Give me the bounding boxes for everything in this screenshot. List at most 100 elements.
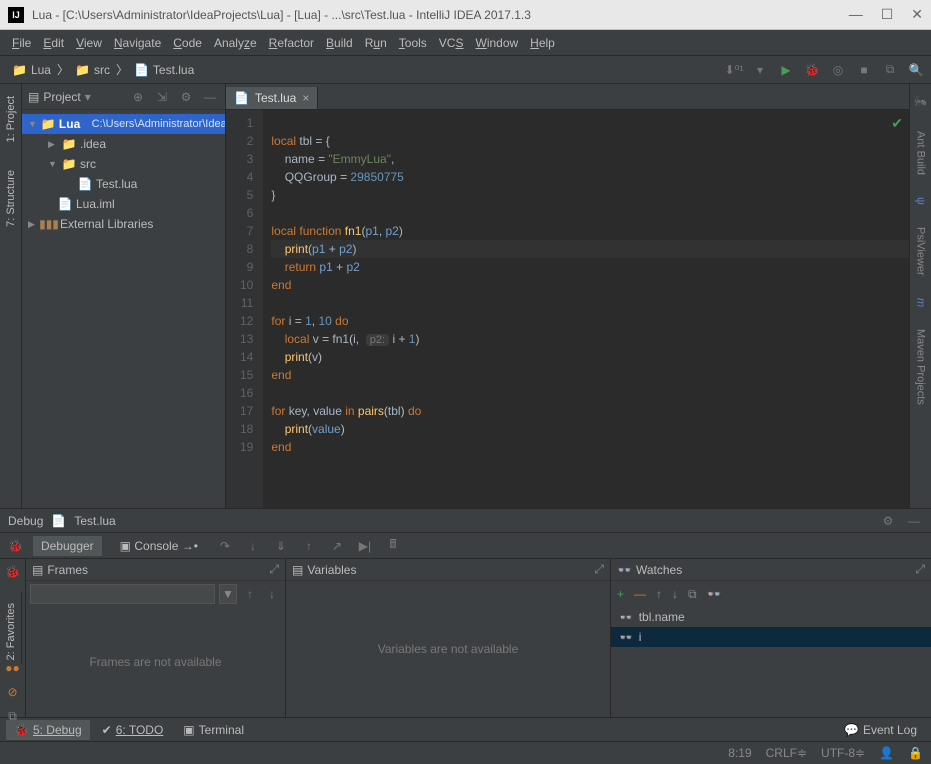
project-tree[interactable]: ▼ 📁 Lua C:\Users\Administrator\IdeaProje… [22, 110, 225, 238]
rerun-icon[interactable]: 🐞 [5, 565, 20, 579]
scroll-to-source-icon[interactable]: ⊕ [129, 88, 147, 106]
menu-window[interactable]: Window [469, 33, 524, 53]
watch-up-icon[interactable]: ↑ [656, 587, 662, 601]
coverage-button[interactable]: ◎ [829, 61, 847, 79]
menu-tools[interactable]: Tools [393, 33, 433, 53]
menu-code[interactable]: Code [167, 33, 208, 53]
tree-idea[interactable]: ▶ 📁 .idea [22, 134, 225, 154]
tab-console[interactable]: ▣ Console →• [112, 536, 206, 556]
status-inspection-icon[interactable]: 👤 [879, 746, 894, 760]
run-button[interactable]: ▶ [777, 61, 795, 79]
tool-tab-project[interactable]: 1: Project [3, 90, 19, 148]
menu-vcs[interactable]: VCS [433, 33, 470, 53]
pin-icon[interactable]: ⤢ [594, 562, 604, 577]
chevron-right-icon[interactable]: ▶ [48, 139, 58, 150]
folder-icon: 📁 [62, 137, 76, 151]
show-watches-icon[interactable]: 👓 [707, 587, 722, 601]
code-area[interactable]: ✔ 12345678910111213141516171819 local tb… [226, 110, 909, 508]
search-everywhere-button[interactable]: 🔍 [907, 61, 925, 79]
debug-button[interactable]: 🐞 [803, 61, 821, 79]
structure-button[interactable]: ⧉ [881, 61, 899, 79]
close-button[interactable]: ✕ [911, 6, 923, 23]
library-icon: ▮▮▮ [42, 217, 56, 231]
hide-icon[interactable]: — [905, 512, 923, 530]
step-into-icon[interactable]: ↓ [244, 537, 262, 555]
line-gutter[interactable]: 12345678910111213141516171819 [226, 110, 263, 508]
status-lock-icon[interactable]: 🔒 [908, 746, 923, 760]
tool-tab-favorites[interactable]: 2: Favorites [5, 603, 17, 660]
close-tab-icon[interactable]: × [302, 91, 309, 105]
code-content[interactable]: local tbl = { name = "EmmyLua", QQGroup … [263, 110, 909, 508]
chevron-down-icon[interactable]: ▼ [48, 159, 58, 169]
status-encoding[interactable]: UTF-8≑ [821, 746, 865, 760]
bottom-tab-debug[interactable]: 🐞5: Debug [6, 720, 90, 740]
tool-tab-maven-icon[interactable]: m [913, 292, 929, 313]
tree-testlua[interactable]: 📄 Test.lua [22, 174, 225, 194]
menu-view[interactable]: View [70, 33, 108, 53]
prev-frame-icon[interactable]: ↑ [241, 585, 259, 603]
status-eol[interactable]: CRLF≑ [766, 746, 807, 760]
make-button[interactable]: ⬇⁰¹ [725, 61, 743, 79]
tree-src[interactable]: ▼ 📁 src [22, 154, 225, 174]
bottom-tab-terminal[interactable]: ▣Terminal [175, 720, 252, 740]
add-watch-icon[interactable]: + [617, 587, 624, 601]
drop-frame-icon[interactable]: ↗ [328, 537, 346, 555]
stop-button[interactable]: ■ [855, 61, 873, 79]
settings-icon[interactable]: ⚙ [177, 88, 195, 106]
duplicate-watch-icon[interactable]: ⧉ [688, 587, 697, 602]
menu-help[interactable]: Help [524, 33, 561, 53]
next-frame-icon[interactable]: ↓ [263, 585, 281, 603]
combo-dropdown-icon[interactable]: ▼ [219, 584, 237, 604]
dropdown-icon[interactable]: ▾ [85, 90, 91, 104]
navigation-bar: 📁Lua 〉 📁src 〉 📄Test.lua ⬇⁰¹ ▾ ▶ 🐞 ◎ ■ ⧉ … [0, 56, 931, 84]
force-step-into-icon[interactable]: ⇓ [272, 537, 290, 555]
debug-tool-window: Debug 📄 Test.lua ⚙ — 🐞 Debugger ▣ Consol… [0, 508, 931, 717]
mute-breakpoints-icon[interactable]: ⊘ [7, 685, 17, 699]
editor-tab-testlua[interactable]: 📄 Test.lua × [226, 87, 318, 109]
run-to-cursor-icon[interactable]: ▶| [356, 537, 374, 555]
hide-icon[interactable]: — [201, 88, 219, 106]
chevron-down-icon[interactable]: ▼ [28, 119, 37, 129]
project-panel-title[interactable]: Project [43, 90, 80, 104]
breadcrumb-lua[interactable]: 📁Lua [6, 61, 57, 79]
settings-icon[interactable]: ⚙ [879, 512, 897, 530]
menu-build[interactable]: Build [320, 33, 359, 53]
minimize-button[interactable]: — [849, 6, 863, 23]
remove-watch-icon[interactable]: — [634, 587, 646, 601]
tool-tab-psi-label[interactable]: PsiViewer [913, 221, 929, 282]
tool-tab-ant-label[interactable]: Ant Build [913, 125, 929, 181]
watch-item[interactable]: 👓i [611, 627, 931, 647]
menu-refactor[interactable]: Refactor [263, 33, 320, 53]
thread-combo[interactable] [30, 584, 215, 604]
pin-icon[interactable]: ⤢ [915, 562, 925, 577]
bottom-tab-eventlog[interactable]: 💬Event Log [836, 720, 925, 740]
tree-external-libraries[interactable]: ▶ ▮▮▮ External Libraries [22, 214, 225, 234]
step-over-icon[interactable]: ↷ [216, 537, 234, 555]
breadcrumb-src[interactable]: 📁src [69, 61, 116, 79]
menu-file[interactable]: File [6, 33, 37, 53]
menu-navigate[interactable]: Navigate [108, 33, 167, 53]
watch-down-icon[interactable]: ↓ [672, 587, 678, 601]
step-out-icon[interactable]: ↑ [300, 537, 318, 555]
evaluate-icon[interactable]: 🖩 [384, 537, 402, 555]
folder-icon: 📁 [62, 157, 76, 171]
tool-tab-structure[interactable]: 7: Structure [3, 164, 19, 233]
breadcrumb-file[interactable]: 📄Test.lua [128, 61, 200, 79]
collapse-all-icon[interactable]: ⇲ [153, 88, 171, 106]
tool-tab-psi[interactable]: ψ [913, 191, 929, 211]
maximize-button[interactable]: ☐ [881, 6, 894, 23]
menu-run[interactable]: Run [359, 33, 393, 53]
tool-tab-maven[interactable]: Maven Projects [913, 323, 929, 411]
chevron-right-icon[interactable]: ▶ [28, 219, 38, 230]
menu-edit[interactable]: Edit [37, 33, 70, 53]
tool-tab-ant[interactable]: 🐜 [912, 90, 929, 115]
bottom-tab-todo[interactable]: ✔6: TODO [94, 720, 172, 740]
tree-root[interactable]: ▼ 📁 Lua C:\Users\Administrator\IdeaProje… [22, 114, 225, 134]
tree-luaiml[interactable]: 📄 Lua.iml [22, 194, 225, 214]
watch-item[interactable]: 👓tbl.name [611, 607, 931, 627]
select-run-config[interactable]: ▾ [751, 61, 769, 79]
pin-icon[interactable]: ⤢ [269, 562, 279, 577]
status-position[interactable]: 8:19 [728, 746, 751, 760]
menu-analyze[interactable]: Analyze [208, 33, 263, 53]
tab-debugger[interactable]: Debugger [33, 536, 102, 556]
